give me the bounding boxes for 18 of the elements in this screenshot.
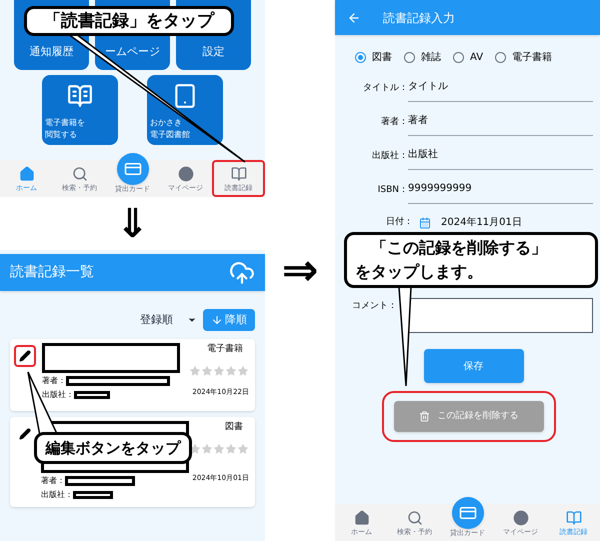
author-label: 著者： bbox=[41, 475, 65, 487]
publisher-label: 出版社： bbox=[42, 389, 74, 401]
callout-tooltip: 「この記録を削除する」 をタップします。 bbox=[344, 232, 598, 288]
screen-title: 読書記録一覧 bbox=[10, 263, 94, 282]
callout-tooltip: 「読書記録」をタップ bbox=[24, 6, 234, 36]
right-arrow: ⇒ bbox=[282, 248, 318, 292]
screen-title: 読書記録入力 bbox=[383, 10, 455, 26]
field-label: タイトル： bbox=[362, 82, 408, 95]
field-label: 著者： bbox=[380, 116, 408, 129]
field-label: 日付： bbox=[385, 216, 413, 229]
record-type: 図書 bbox=[225, 421, 244, 434]
down-arrow: ⇓ bbox=[116, 204, 150, 244]
field-label: 出版社： bbox=[371, 150, 408, 163]
record-type: 電子書籍 bbox=[207, 343, 244, 356]
author-label: 著者： bbox=[42, 375, 66, 387]
field-label: コメント： bbox=[351, 300, 397, 313]
field-label: ISBN： bbox=[376, 184, 408, 197]
publisher-label: 出版社： bbox=[41, 489, 73, 501]
